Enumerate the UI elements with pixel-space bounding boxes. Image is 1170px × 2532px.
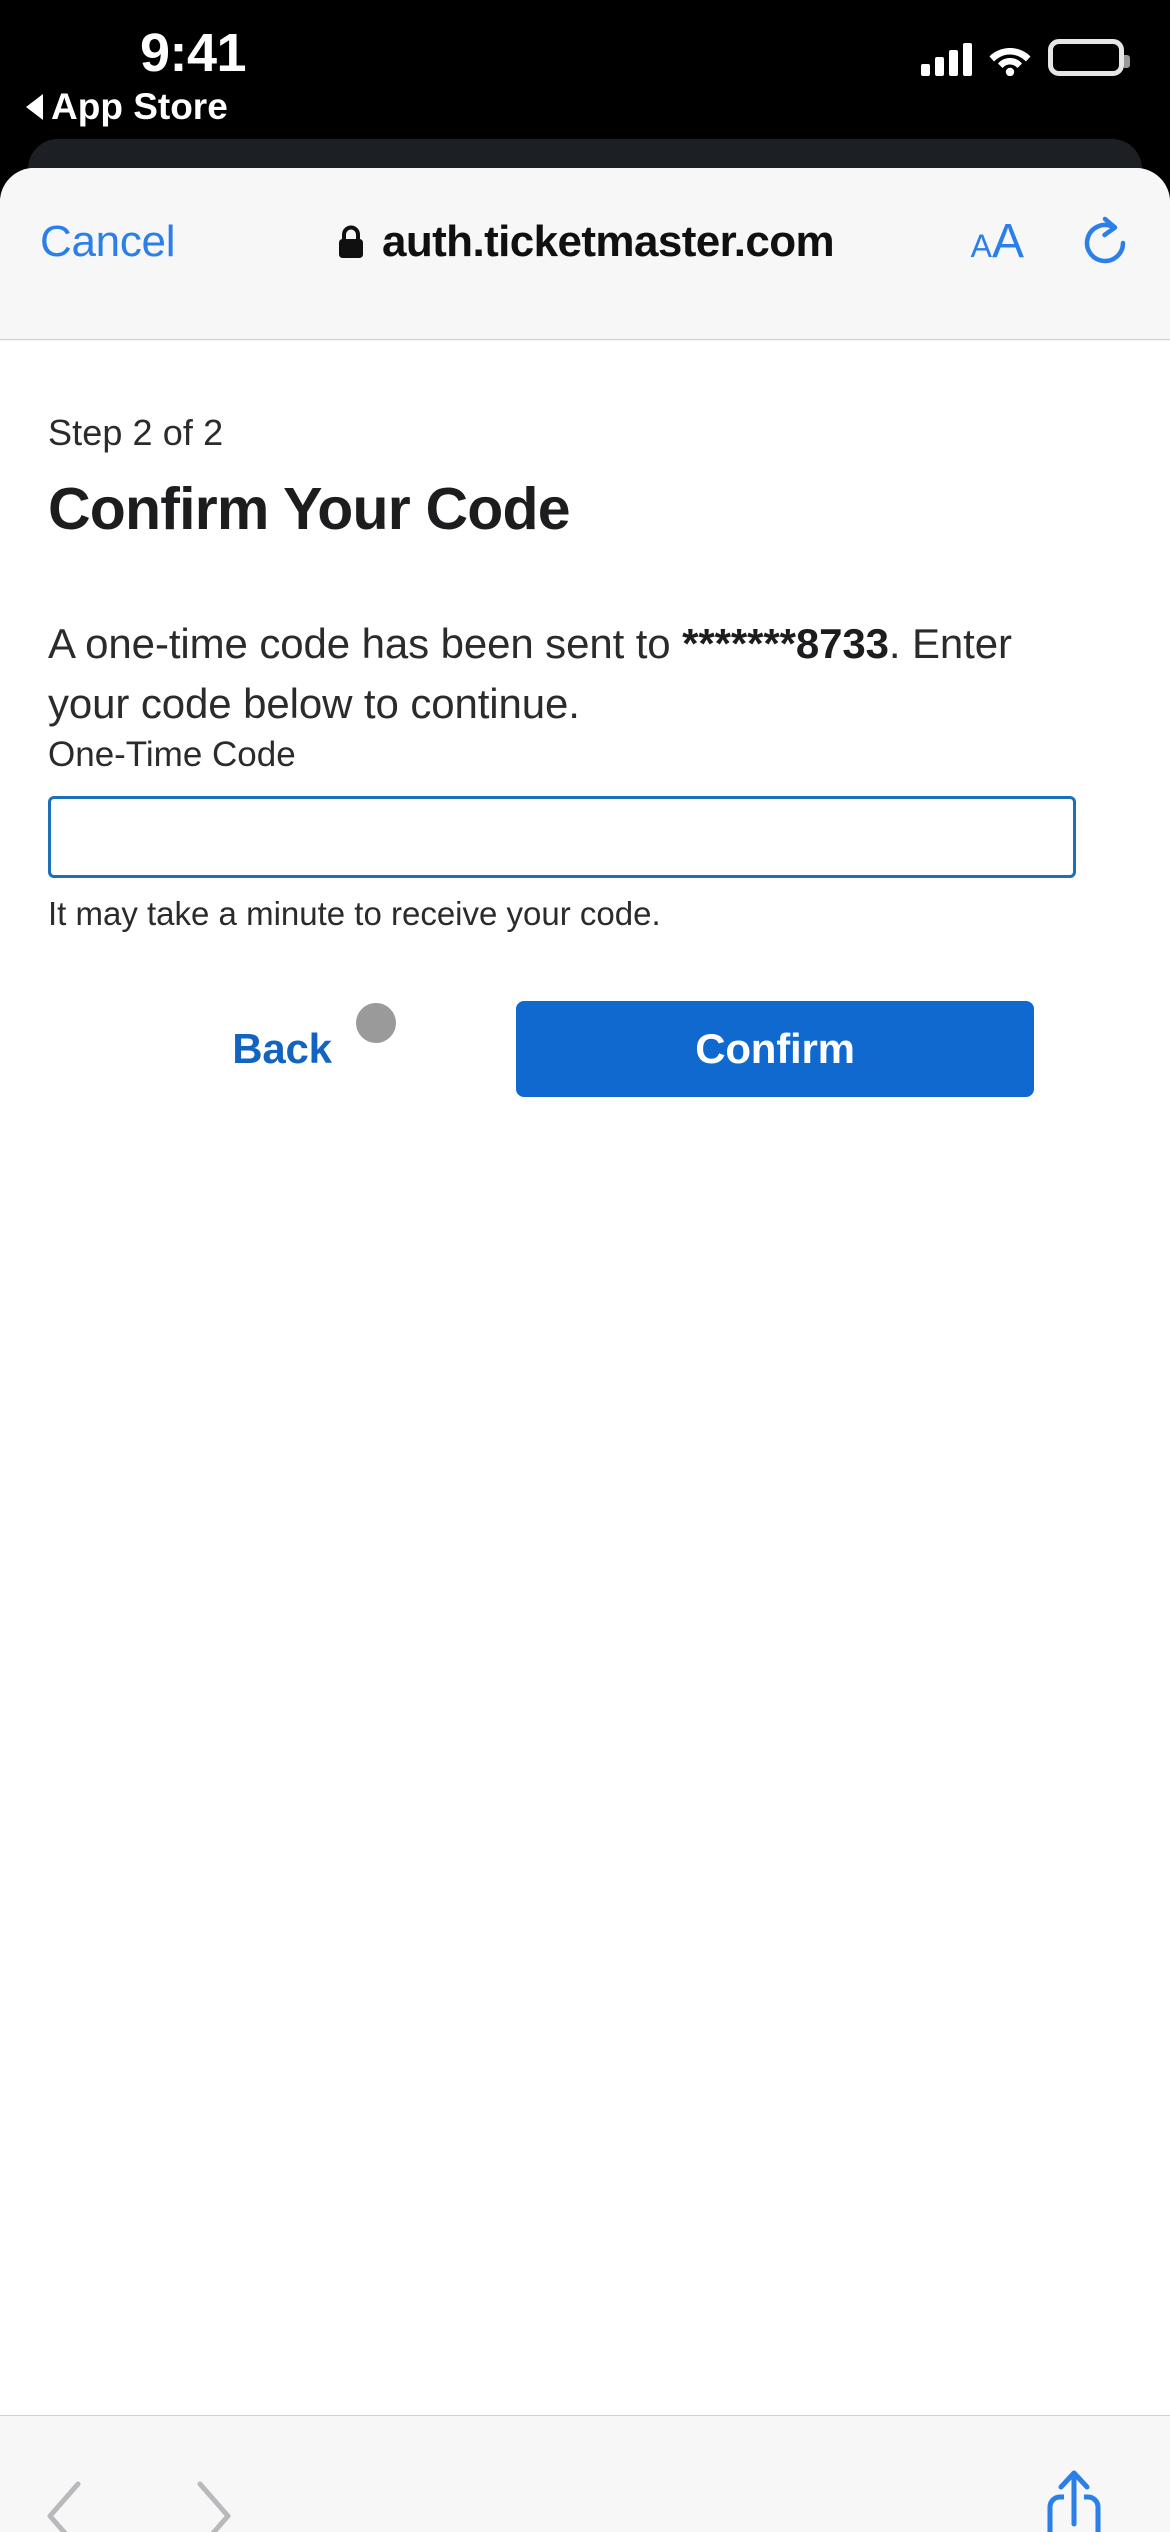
share-icon[interactable] <box>1040 2466 1108 2532</box>
cancel-button[interactable]: Cancel <box>40 220 175 264</box>
code-delivery-hint: It may take a minute to receive your cod… <box>48 894 661 932</box>
form-actions: Back Confirm <box>48 1001 1122 1098</box>
web-page-content: Step 2 of 2 Confirm Your Code A one-time… <box>0 341 1170 2415</box>
intro-prefix: A one-time code has been sent to <box>48 620 683 668</box>
battery-icon <box>1048 39 1130 76</box>
cellular-signal-icon <box>921 42 972 76</box>
status-indicators <box>921 36 1130 76</box>
back-triangle-icon <box>26 93 43 120</box>
status-time: 9:41 <box>140 23 247 83</box>
back-button[interactable]: Back <box>48 1028 516 1070</box>
safari-bottom-toolbar <box>0 2415 1170 2532</box>
safari-web-sheet: Cancel auth.ticketmaster.com AA Step 2 o… <box>0 168 1170 2532</box>
one-time-code-input[interactable] <box>48 795 1076 878</box>
step-indicator: Step 2 of 2 <box>48 412 224 453</box>
text-size-button[interactable]: AA <box>971 218 1024 266</box>
intro-paragraph: A one-time code has been sent to *******… <box>48 614 1058 733</box>
chevron-left-icon[interactable] <box>36 2476 96 2532</box>
url-text: auth.ticketmaster.com <box>381 217 835 266</box>
reload-icon[interactable] <box>1078 216 1132 270</box>
page-title: Confirm Your Code <box>48 476 571 543</box>
confirm-button[interactable]: Confirm <box>516 1001 1034 1098</box>
safari-top-toolbar: Cancel auth.ticketmaster.com AA <box>0 168 1170 340</box>
phone-screen: 9:41 App Store Cancel auth.ticketmaster.… <box>0 0 1170 2532</box>
back-to-app-button[interactable]: App Store <box>26 88 228 125</box>
text-size-large-a: A <box>991 215 1024 268</box>
masked-phone-number: *******8733 <box>682 620 889 668</box>
one-time-code-label: One-Time Code <box>48 734 296 774</box>
chevron-right-icon[interactable] <box>182 2476 242 2532</box>
lock-icon <box>338 225 363 258</box>
text-size-small-a: A <box>970 228 992 264</box>
back-to-app-label: App Store <box>51 86 228 127</box>
touch-point-indicator <box>356 1003 396 1043</box>
status-bar: 9:41 App Store <box>0 0 1170 148</box>
wifi-icon <box>989 48 1031 76</box>
